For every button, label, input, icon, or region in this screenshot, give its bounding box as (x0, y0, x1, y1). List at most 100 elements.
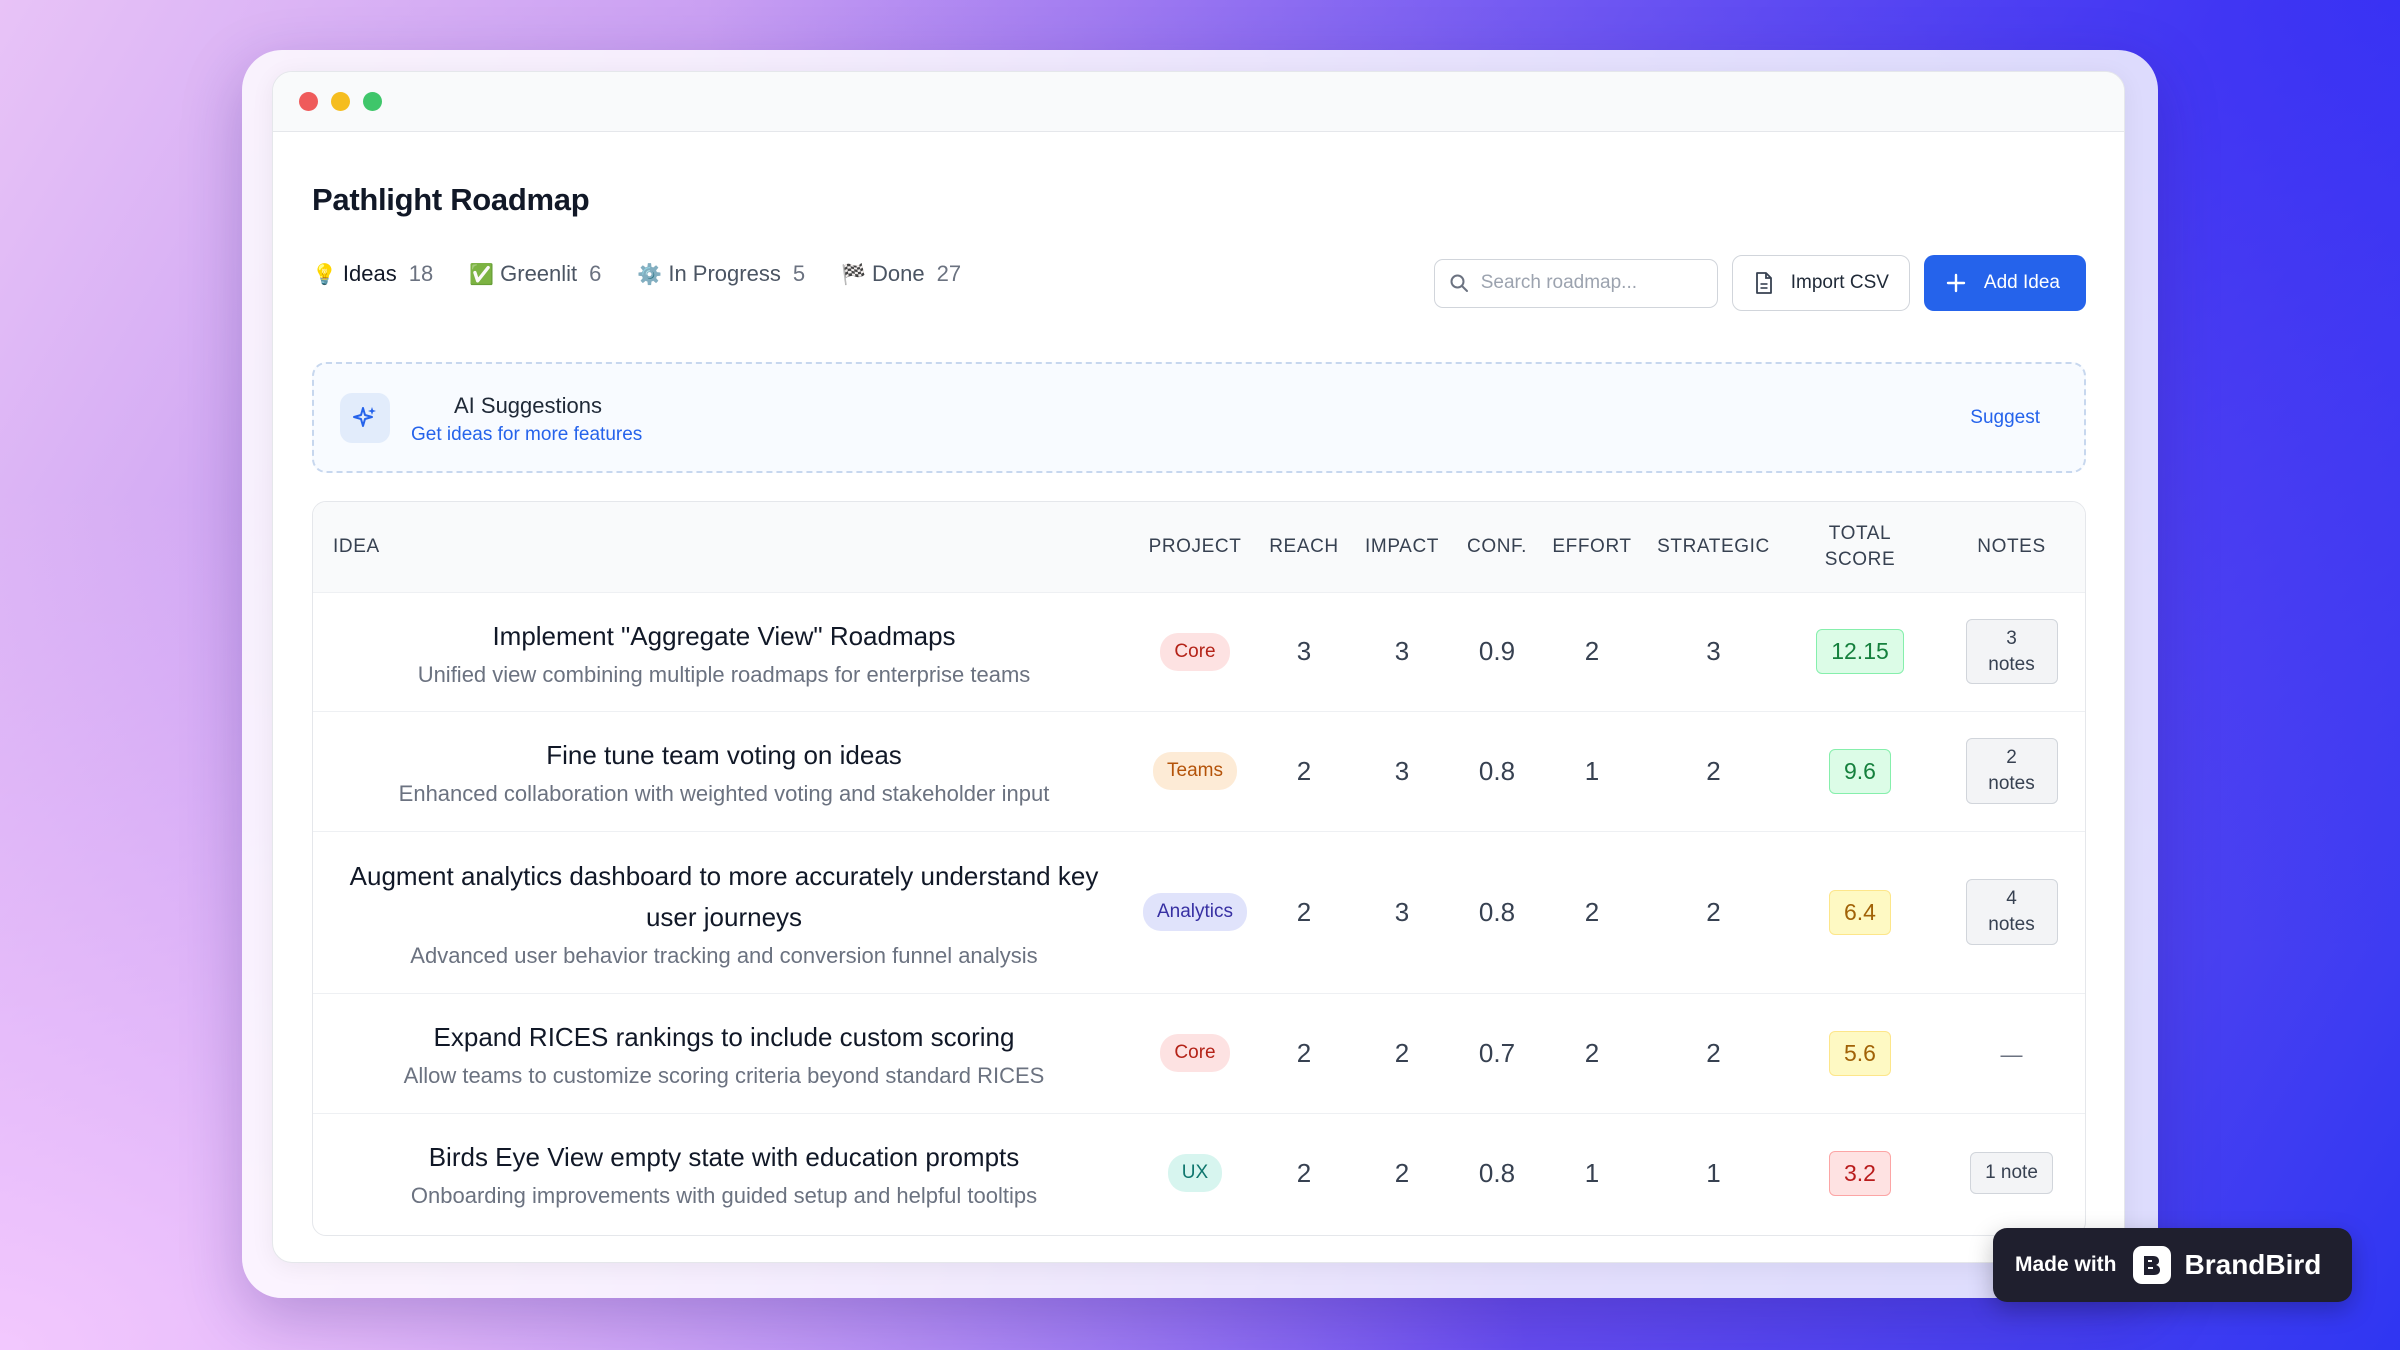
impact-cell: 2 (1353, 992, 1451, 1113)
notes-button[interactable]: 4 notes (1965, 879, 2058, 945)
idea-title[interactable]: Augment analytics dashboard to more accu… (313, 856, 1135, 938)
table-row[interactable]: Augment analytics dashboard to more accu… (313, 830, 2085, 993)
strategic-cell: 3 (1641, 591, 1786, 711)
idea-title[interactable]: Birds Eye View empty state with educatio… (313, 1137, 1135, 1178)
ai-suggestions-title: AI Suggestions (454, 393, 602, 418)
score-cell: 5.6 (1786, 992, 1934, 1113)
idea-description: Enhanced collaboration with weighted vot… (398, 781, 1050, 806)
idea-title[interactable]: Fine tune team voting on ideas (313, 735, 1135, 776)
header-score-line: SCORE (1824, 548, 1896, 570)
conf-cell: 0.7 (1451, 992, 1543, 1113)
filter-greenlit[interactable]: ✅ Greenlit 6 (469, 261, 601, 287)
reach-cell: 3 (1255, 591, 1353, 711)
header-idea[interactable]: IDEA (313, 502, 1135, 592)
idea-description: Advanced user behavior tracking and conv… (410, 942, 1038, 968)
table-row[interactable]: Expand RICES rankings to include custom … (313, 992, 2085, 1113)
impact-cell: 3 (1353, 830, 1451, 993)
ai-suggestions-panel: AI Suggestions Get ideas for more featur… (312, 362, 2086, 473)
import-csv-button[interactable]: Import CSV (1731, 255, 1910, 311)
notes-cell: 3 notes (1934, 591, 2085, 711)
main-content: Pathlight Roadmap 💡 Ideas 18 ✅ Greenlit … (312, 132, 2086, 1262)
header-total-line: TOTAL (1828, 523, 1892, 545)
impact-cell: 2 (1353, 1112, 1451, 1233)
reach-cell: 2 (1255, 992, 1353, 1113)
notes-count: 3 (2006, 627, 2017, 649)
impact-cell: 3 (1353, 710, 1451, 831)
window-maximize-dot[interactable] (363, 92, 382, 111)
strategic-cell: 2 (1641, 710, 1786, 831)
filter-count: 18 (408, 261, 434, 286)
header-notes[interactable]: NOTES (1934, 502, 2085, 592)
header-conf[interactable]: CONF. (1451, 502, 1543, 592)
notes-button[interactable]: 2 notes (1965, 738, 2058, 804)
header-impact[interactable]: IMPACT (1353, 502, 1451, 592)
notes-button[interactable]: 3 notes (1965, 618, 2058, 685)
project-badge[interactable]: Core (1160, 632, 1230, 671)
header-total-score[interactable]: TOTAL SCORE (1786, 502, 1934, 592)
filter-done[interactable]: 🏁 Done 27 (841, 261, 961, 287)
score-badge: 12.15 (1816, 629, 1904, 674)
filter-ideas[interactable]: 💡 Ideas 18 (312, 261, 433, 287)
project-cell: Analytics (1135, 830, 1255, 993)
filter-count: 27 (936, 261, 962, 286)
notes-cell: 2 notes (1934, 710, 2085, 831)
project-cell: Core (1135, 591, 1255, 711)
header-reach[interactable]: REACH (1255, 502, 1353, 592)
window-close-dot[interactable] (299, 92, 318, 111)
check-icon: ✅ (469, 263, 495, 286)
header-strategic[interactable]: STRATEGIC (1641, 502, 1786, 592)
conf-cell: 0.8 (1451, 710, 1543, 831)
table-row[interactable]: Implement "Aggregate View" Roadmaps Unif… (313, 591, 2085, 711)
project-badge[interactable]: Analytics (1142, 893, 1248, 931)
score-badge: 5.6 (1829, 1030, 1891, 1076)
idea-cell: Augment analytics dashboard to more accu… (313, 830, 1135, 993)
add-idea-button[interactable]: Add Idea (1923, 255, 2086, 311)
no-notes-dash: — (2000, 1041, 2023, 1067)
notes-cell: — (1934, 992, 2085, 1113)
notes-label: notes (1988, 653, 2035, 675)
search-box[interactable] (1433, 258, 1718, 308)
header-effort[interactable]: EFFORT (1543, 502, 1641, 592)
idea-description: Onboarding improvements with guided setu… (410, 1183, 1038, 1209)
checkered-flag-icon: 🏁 (841, 263, 866, 286)
idea-title[interactable]: Expand RICES rankings to include custom … (313, 1017, 1135, 1058)
brandbird-watermark: Made with BrandBird (1993, 1228, 2352, 1302)
notes-label: notes (1988, 914, 2035, 935)
idea-title[interactable]: Implement "Aggregate View" Roadmaps (313, 616, 1135, 657)
effort-cell: 1 (1543, 710, 1641, 831)
filter-count: 5 (792, 261, 806, 286)
score-badge: 9.6 (1829, 748, 1891, 794)
status-filters: 💡 Ideas 18 ✅ Greenlit 6 ⚙️ In Progress 5… (312, 261, 961, 287)
idea-title-line: Augment analytics dashboard to more accu… (349, 860, 1099, 891)
ideas-table: IDEA PROJECT REACH IMPACT CONF. EFFORT S… (312, 501, 2086, 1236)
import-csv-label: Import CSV (1790, 272, 1889, 293)
project-cell: UX (1135, 1112, 1255, 1233)
filter-label: Greenlit (500, 261, 578, 286)
search-input[interactable] (1480, 272, 1701, 294)
project-badge[interactable]: Core (1160, 1034, 1230, 1072)
window-minimize-dot[interactable] (331, 92, 350, 111)
project-badge[interactable]: UX (1167, 1154, 1223, 1193)
search-icon (1450, 274, 1468, 292)
strategic-cell: 2 (1641, 992, 1786, 1113)
filter-count: 6 (589, 261, 602, 286)
project-cell: Core (1135, 992, 1255, 1113)
filter-in-progress[interactable]: ⚙️ In Progress 5 (637, 261, 805, 287)
table-row[interactable]: Fine tune team voting on ideas Enhanced … (313, 710, 2085, 831)
toolbar: Import CSV Add Idea (1433, 255, 2086, 311)
notes-count: 2 (2006, 747, 2017, 769)
made-with-label: Made with (2015, 1253, 2117, 1276)
effort-cell: 2 (1543, 591, 1641, 711)
table-row[interactable]: Birds Eye View empty state with educatio… (313, 1112, 2085, 1233)
project-badge[interactable]: Teams (1153, 752, 1237, 790)
suggest-button[interactable]: Suggest (1970, 407, 2040, 429)
header-project[interactable]: PROJECT (1135, 502, 1255, 592)
score-cell: 9.6 (1786, 710, 1934, 831)
sparkles-icon (340, 393, 390, 443)
idea-cell: Birds Eye View empty state with educatio… (313, 1112, 1135, 1233)
idea-title-line: user journeys (645, 901, 803, 932)
filter-label: Ideas (342, 261, 397, 286)
notes-button[interactable]: 1 note (1970, 1152, 2053, 1195)
document-icon (1755, 272, 1772, 294)
brandbird-name: BrandBird (2184, 1249, 2322, 1280)
